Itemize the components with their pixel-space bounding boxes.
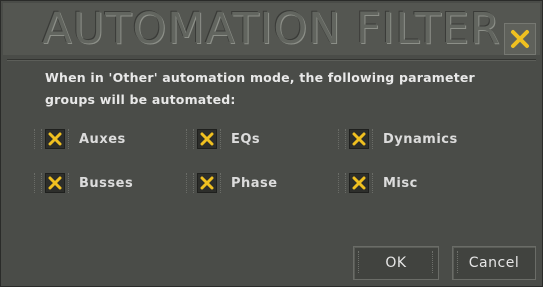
busses-checkbox[interactable]: [45, 173, 65, 193]
check-x-icon: [200, 176, 214, 190]
ok-button[interactable]: OK: [353, 246, 439, 280]
option-eqs[interactable]: EQs: [186, 129, 260, 149]
option-dynamics[interactable]: Dynamics: [338, 129, 458, 149]
close-icon: [511, 30, 529, 48]
misc-checkbox[interactable]: [349, 173, 369, 193]
grip-handle: [220, 129, 225, 149]
title-separator: [7, 59, 536, 61]
auxes-checkbox[interactable]: [45, 129, 65, 149]
grip-handle: [358, 251, 360, 273]
eqs-checkbox[interactable]: [197, 129, 217, 149]
check-x-icon: [48, 176, 62, 190]
dialog-title: AUTOMATION FILTER: [42, 4, 501, 54]
close-button[interactable]: [504, 23, 536, 55]
misc-label: Misc: [383, 175, 418, 191]
check-x-icon: [352, 132, 366, 146]
grip-handle: [34, 173, 42, 193]
grip-handle: [432, 251, 434, 273]
grip-handle: [68, 129, 73, 149]
grip-handle: [338, 129, 346, 149]
option-phase[interactable]: Phase: [186, 173, 278, 193]
busses-label: Busses: [79, 175, 134, 191]
option-busses[interactable]: Busses: [34, 173, 133, 193]
ok-button-label: OK: [385, 255, 407, 271]
grip-handle: [34, 129, 42, 149]
auxes-label: Auxes: [79, 131, 126, 147]
check-x-icon: [200, 132, 214, 146]
cancel-button-label: Cancel: [468, 255, 520, 271]
automation-filter-dialog: AUTOMATION FILTER When in 'Other' automa…: [0, 0, 543, 287]
dynamics-label: Dynamics: [383, 131, 458, 147]
grip-handle: [186, 173, 194, 193]
check-x-icon: [48, 132, 62, 146]
phase-checkbox[interactable]: [197, 173, 217, 193]
grip-handle: [372, 129, 377, 149]
eqs-label: EQs: [231, 131, 261, 147]
grip-handle: [457, 251, 459, 273]
phase-label: Phase: [231, 175, 278, 191]
title-bar[interactable]: AUTOMATION FILTER: [3, 3, 540, 55]
grip-handle: [68, 173, 73, 193]
grip-handle: [220, 173, 225, 193]
description-text: When in 'Other' automation mode, the fol…: [45, 70, 475, 107]
grip-handle: [338, 173, 346, 193]
check-x-icon: [352, 176, 366, 190]
option-auxes[interactable]: Auxes: [34, 129, 126, 149]
grip-handle: [372, 173, 377, 193]
option-misc[interactable]: Misc: [338, 173, 418, 193]
dynamics-checkbox[interactable]: [349, 129, 369, 149]
grip-handle: [186, 129, 194, 149]
cancel-button[interactable]: Cancel: [452, 246, 536, 280]
